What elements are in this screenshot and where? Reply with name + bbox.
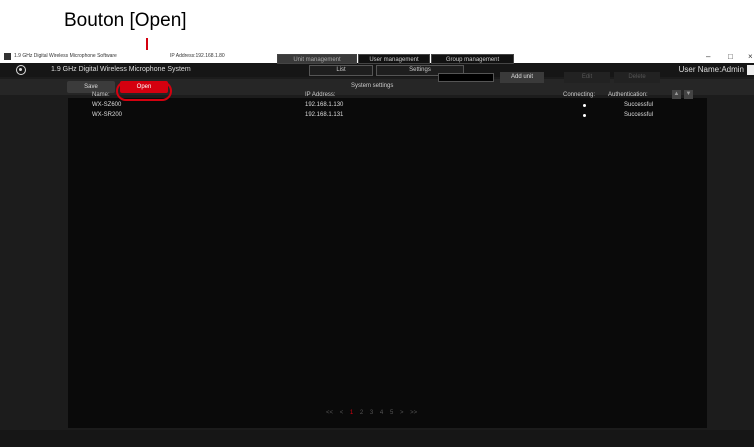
sort-up-icon[interactable]: ▲ xyxy=(672,90,681,99)
annotation-label: Bouton [Open] xyxy=(64,10,187,31)
annotation-highlight-circle xyxy=(116,81,172,101)
pager-page-5[interactable]: 5 xyxy=(390,410,393,416)
close-icon[interactable]: × xyxy=(748,50,753,63)
bottom-bar xyxy=(0,430,754,447)
pager-page-1[interactable]: 1 xyxy=(350,410,353,416)
header-name: Name: xyxy=(92,92,110,98)
pager-page-3[interactable]: 3 xyxy=(370,410,373,416)
row-1-ip: 192.168.1.130 xyxy=(305,102,344,108)
gear-icon[interactable] xyxy=(16,65,26,75)
pager-prev[interactable]: < xyxy=(340,410,344,416)
search-input[interactable] xyxy=(438,73,494,82)
page-title: System settings xyxy=(351,83,394,89)
main-panel xyxy=(68,98,707,428)
window-ip-address: IP Address:192.168.1.80 xyxy=(170,53,225,59)
pager-next[interactable]: > xyxy=(400,410,404,416)
window-title: 1.9 GHz Digital Wireless Microphone Soft… xyxy=(14,53,117,59)
delete-button[interactable]: Delete xyxy=(614,72,660,83)
pager-last[interactable]: >> xyxy=(410,410,417,416)
user-name: User Name:Admin xyxy=(678,65,744,74)
pager-page-2[interactable]: 2 xyxy=(360,410,363,416)
header-ip: IP Address: xyxy=(305,92,336,98)
row-2-auth: Successful xyxy=(624,112,654,118)
maximize-icon[interactable]: □ xyxy=(728,50,733,63)
user-dropdown-icon[interactable] xyxy=(747,65,754,75)
tab-unit-management[interactable]: Unit management xyxy=(277,54,357,64)
pager-first[interactable]: << xyxy=(326,410,333,416)
header-connecting: Connecting: xyxy=(563,92,596,98)
sort-down-icon[interactable]: ▼ xyxy=(684,90,693,99)
tab-group-management[interactable]: Group management xyxy=(431,54,514,64)
system-name: 1.9 GHz Digital Wireless Microphone Syst… xyxy=(51,66,191,73)
edit-button[interactable]: Edit xyxy=(564,72,610,83)
tab-user-management[interactable]: User management xyxy=(358,54,430,64)
minimize-icon[interactable]: – xyxy=(706,50,710,63)
row-1-auth: Successful xyxy=(624,102,654,108)
add-unit-button[interactable]: Add unit xyxy=(500,72,544,83)
row-2-ip: 192.168.1.131 xyxy=(305,112,344,118)
row-1-name[interactable]: WX-SZ600 xyxy=(92,102,121,108)
header-authentication: Authentication: xyxy=(608,92,648,98)
list-button[interactable]: List xyxy=(309,65,373,76)
row-2-name[interactable]: WX-SR200 xyxy=(92,112,122,118)
app-window: 1.9 GHz Digital Wireless Microphone Soft… xyxy=(0,50,754,447)
row-1-connected-icon xyxy=(583,104,586,107)
app-icon xyxy=(4,53,11,60)
pagination: << < 1 2 3 4 5 > >> xyxy=(326,410,422,416)
pager-page-4[interactable]: 4 xyxy=(380,410,383,416)
row-2-connected-icon xyxy=(583,114,586,117)
